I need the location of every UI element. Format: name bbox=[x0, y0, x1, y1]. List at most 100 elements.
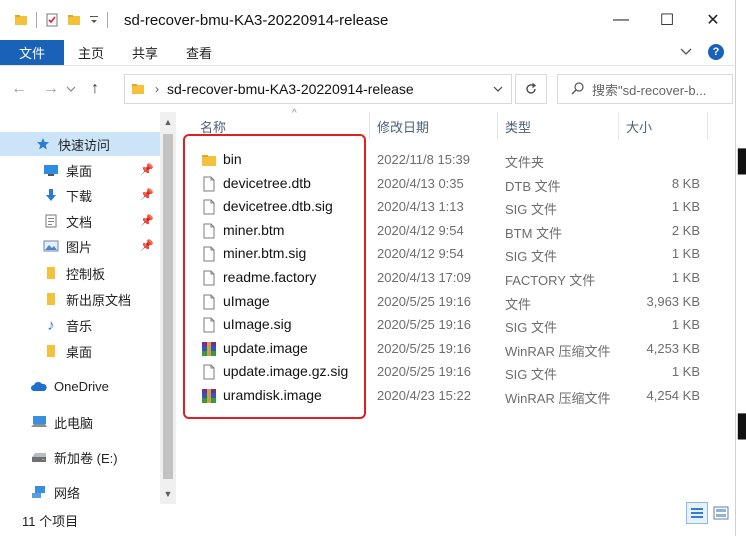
back-icon[interactable]: ← bbox=[6, 76, 32, 102]
column-header-size[interactable]: 大小 bbox=[626, 112, 652, 140]
refresh-button[interactable] bbox=[515, 74, 547, 104]
scrollbar-thumb[interactable] bbox=[163, 134, 173, 479]
file-type: SIG 文件 bbox=[505, 249, 558, 265]
sidebar-item-desktop-folder[interactable]: 桌面 bbox=[0, 339, 160, 363]
file-size: 4,253 KB bbox=[646, 340, 701, 356]
file-size: 1 KB bbox=[671, 270, 700, 285]
sidebar-item-label: 音乐 bbox=[66, 318, 93, 334]
file-type: WinRAR 压缩文件 bbox=[505, 343, 611, 359]
window-controls: — ☐ ✕ bbox=[598, 0, 736, 40]
navigation-bar: ← → ↑ › sd-recover-bmu-KA3-20220914-rele… bbox=[0, 66, 736, 112]
column-header-type[interactable]: 类型 bbox=[505, 112, 531, 140]
sidebar-item-label: 桌面 bbox=[66, 344, 93, 360]
sidebar-item-drive-e[interactable]: 新加卷 (E:) bbox=[0, 445, 160, 469]
breadcrumb-separator-icon: › bbox=[155, 82, 159, 96]
sidebar-item-label: 桌面 bbox=[66, 163, 93, 179]
status-bar: 11 个项目 bbox=[0, 504, 736, 536]
address-path[interactable]: sd-recover-bmu-KA3-20220914-release bbox=[167, 81, 414, 97]
sidebar-item-label: 网络 bbox=[54, 485, 81, 501]
column-divider[interactable] bbox=[707, 112, 708, 140]
sidebar-item-new-docs-folder[interactable]: 新出原文档 bbox=[0, 287, 160, 311]
column-header-date[interactable]: 修改日期 bbox=[377, 112, 429, 140]
column-divider[interactable] bbox=[369, 112, 370, 140]
search-input[interactable]: 搜索"sd-recover-b... bbox=[557, 74, 733, 104]
new-folder-icon[interactable] bbox=[67, 13, 81, 27]
file-date: 2020/4/13 17:09 bbox=[377, 270, 471, 285]
address-bar[interactable]: › sd-recover-bmu-KA3-20220914-release bbox=[124, 74, 512, 104]
file-type: 文件夹 bbox=[505, 155, 545, 170]
sidebar-scrollbar[interactable]: ▲ ▼ bbox=[160, 112, 176, 504]
sidebar-item-music[interactable]: ♪ 音乐 bbox=[0, 313, 160, 337]
folder-icon bbox=[42, 265, 60, 281]
pin-icon[interactable]: 📌 bbox=[140, 163, 154, 176]
highlight-annotation-box bbox=[183, 134, 366, 419]
customize-dropdown-icon[interactable] bbox=[89, 13, 99, 27]
search-icon bbox=[571, 82, 584, 95]
properties-icon[interactable] bbox=[45, 13, 59, 27]
refresh-icon bbox=[526, 82, 537, 94]
search-placeholder: 搜索"sd-recover-b... bbox=[592, 82, 707, 98]
address-dropdown-icon[interactable] bbox=[493, 81, 503, 97]
desktop-icon bbox=[42, 162, 60, 178]
file-size: 1 KB bbox=[671, 317, 700, 333]
large-icons-view-button[interactable] bbox=[710, 502, 732, 524]
pin-icon[interactable]: 📌 bbox=[140, 188, 154, 201]
file-date: 2020/4/13 0:35 bbox=[377, 175, 464, 191]
tab-share[interactable]: 共享 bbox=[118, 40, 172, 65]
navigation-pane: 快速访问 桌面 📌 下载 📌 文档 📌 图片 📌 控制板 新出原文档 ♪ 音乐 … bbox=[0, 112, 176, 504]
sidebar-item-label: 下载 bbox=[66, 188, 93, 204]
up-icon[interactable]: ↑ bbox=[82, 76, 108, 102]
details-view-button[interactable] bbox=[686, 502, 708, 524]
file-date: 2020/5/25 19:16 bbox=[377, 317, 471, 333]
forward-icon[interactable]: → bbox=[38, 76, 64, 102]
file-date: 2020/4/13 1:13 bbox=[377, 199, 464, 215]
background-document-edge: ▌ ▌ bbox=[736, 0, 746, 536]
close-button[interactable]: ✕ bbox=[690, 0, 736, 40]
file-type: DTB 文件 bbox=[505, 178, 561, 194]
file-type: SIG 文件 bbox=[505, 320, 558, 336]
file-date: 2022/11/8 15:39 bbox=[377, 152, 471, 167]
window-title: sd-recover-bmu-KA3-20220914-release bbox=[124, 11, 389, 29]
recent-locations-icon[interactable] bbox=[66, 84, 76, 94]
scroll-up-icon[interactable]: ▲ bbox=[160, 114, 176, 130]
pictures-icon bbox=[42, 238, 60, 254]
file-size: 8 KB bbox=[671, 175, 700, 191]
file-type: SIG 文件 bbox=[505, 202, 558, 218]
sidebar-item-label: 新出原文档 bbox=[66, 292, 132, 308]
sidebar-item-pictures[interactable]: 图片 📌 bbox=[0, 234, 160, 258]
pin-icon[interactable]: 📌 bbox=[140, 214, 154, 227]
column-divider[interactable] bbox=[497, 112, 498, 140]
expand-ribbon-icon[interactable] bbox=[680, 47, 692, 57]
maximize-button[interactable]: ☐ bbox=[644, 0, 690, 40]
tab-home[interactable]: 主页 bbox=[64, 40, 118, 65]
sidebar-item-quick-access[interactable]: 快速访问 bbox=[0, 132, 160, 156]
file-type: FACTORY 文件 bbox=[505, 273, 596, 288]
sidebar-item-downloads[interactable]: 下载 📌 bbox=[0, 183, 160, 207]
sidebar-item-desktop[interactable]: 桌面 📌 bbox=[0, 158, 160, 182]
file-type: 文件 bbox=[505, 296, 532, 312]
help-icon[interactable]: ? bbox=[708, 44, 724, 60]
star-icon bbox=[34, 136, 52, 152]
sidebar-item-label: 控制板 bbox=[66, 266, 106, 282]
sort-ascending-icon: ^ bbox=[292, 108, 297, 119]
sidebar-item-label: OneDrive bbox=[54, 378, 109, 394]
music-icon: ♪ bbox=[47, 316, 55, 334]
sidebar-item-onedrive[interactable]: OneDrive bbox=[0, 374, 160, 398]
sidebar-item-control-panel-folder[interactable]: 控制板 bbox=[0, 261, 160, 285]
column-divider[interactable] bbox=[618, 112, 619, 140]
file-date: 2020/4/12 9:54 bbox=[377, 246, 464, 262]
tab-file[interactable]: 文件 bbox=[0, 40, 64, 65]
tab-view[interactable]: 查看 bbox=[172, 40, 226, 65]
minimize-button[interactable]: — bbox=[598, 0, 644, 40]
sidebar-item-network[interactable]: 网络 bbox=[0, 480, 160, 504]
file-type: WinRAR 压缩文件 bbox=[505, 391, 611, 406]
ribbon-right-controls: ? bbox=[680, 44, 724, 60]
file-type: SIG 文件 bbox=[505, 367, 558, 383]
file-size: 1 KB bbox=[671, 199, 700, 215]
sidebar-item-documents[interactable]: 文档 📌 bbox=[0, 209, 160, 233]
file-size: 1 KB bbox=[671, 246, 700, 262]
pin-icon[interactable]: 📌 bbox=[140, 239, 154, 252]
sidebar-item-this-pc[interactable]: 此电脑 bbox=[0, 410, 160, 434]
scroll-down-icon[interactable]: ▼ bbox=[160, 486, 176, 502]
drive-icon bbox=[30, 449, 48, 465]
